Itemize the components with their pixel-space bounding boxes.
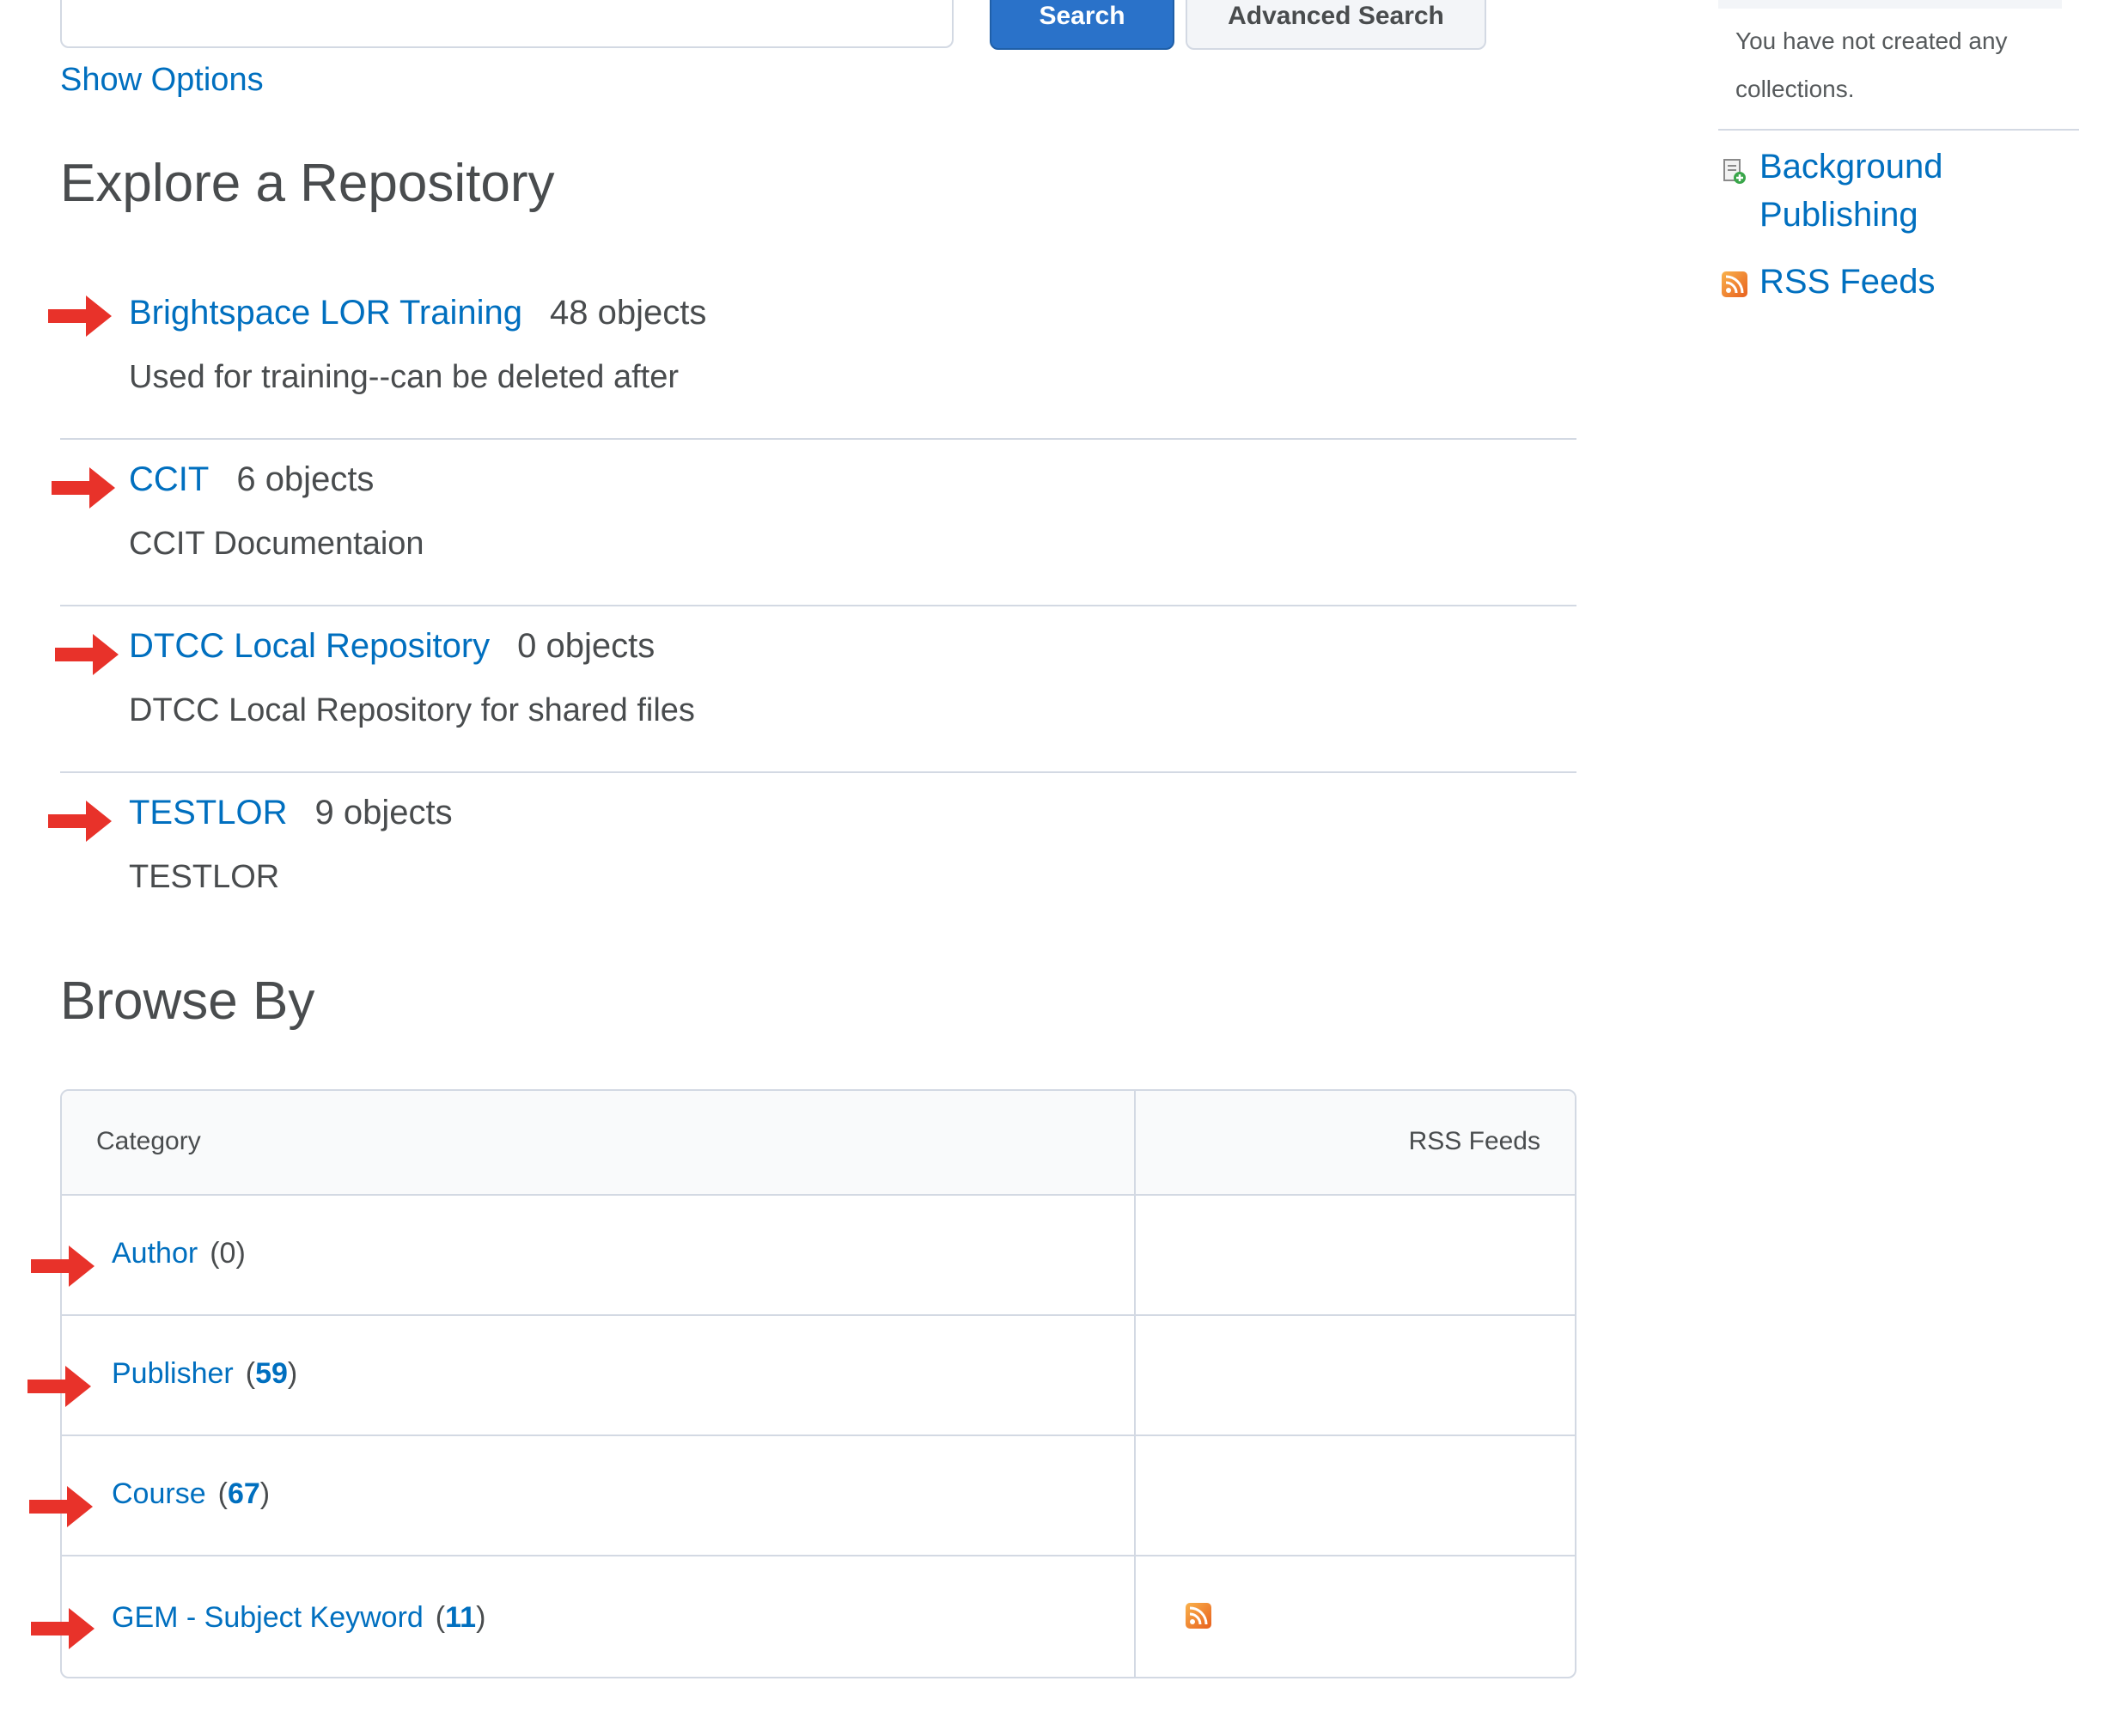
repo-count: 6 objects bbox=[236, 460, 375, 498]
table-row: Publisher (59) bbox=[62, 1316, 1575, 1436]
repo-description: DTCC Local Repository for shared files bbox=[129, 692, 695, 728]
browse-table: Category RSS Feeds Author (0) Publisher (5… bbox=[60, 1089, 1576, 1678]
collections-message: You have not created any collections. bbox=[1735, 27, 2008, 102]
repo-item: DTCC Local Repository 0 objects DTCC Loca… bbox=[55, 606, 1576, 773]
category-count[interactable]: 59 bbox=[255, 1357, 288, 1390]
table-row: GEM - Subject Keyword (11) bbox=[62, 1556, 1575, 1677]
table-row: Course (67) bbox=[62, 1436, 1575, 1556]
rss-icon bbox=[1722, 271, 1747, 297]
category-count[interactable]: 11 bbox=[445, 1601, 476, 1634]
repo-item: CCIT 6 objects CCIT Documentaion bbox=[52, 440, 1576, 606]
column-header-category: Category bbox=[96, 1127, 201, 1155]
rss-icon[interactable] bbox=[1186, 1603, 1211, 1629]
red-arrow-annotation bbox=[52, 467, 115, 509]
count-close: ) bbox=[235, 1237, 246, 1270]
repo-count: 9 objects bbox=[314, 794, 453, 831]
red-arrow-annotation bbox=[29, 1486, 93, 1527]
repo-description: Used for training--can be deleted after bbox=[129, 359, 680, 395]
advanced-search-button[interactable]: Advanced Search bbox=[1186, 0, 1486, 50]
count-close: ) bbox=[287, 1357, 298, 1390]
repo-item: Brightspace LOR Training 48 objects Used … bbox=[48, 273, 1576, 440]
repo-link[interactable]: DTCC Local Repository bbox=[129, 627, 490, 665]
red-arrow-annotation bbox=[31, 1608, 95, 1649]
category-link-course[interactable]: Course bbox=[112, 1477, 206, 1510]
count-open: ( bbox=[217, 1477, 228, 1510]
red-arrow-annotation bbox=[48, 801, 112, 842]
red-arrow-annotation bbox=[55, 634, 119, 675]
red-arrow-annotation bbox=[27, 1366, 91, 1407]
category-link-publisher[interactable]: Publisher bbox=[112, 1357, 234, 1390]
rss-feeds-item: RSS Feeds bbox=[1722, 258, 2014, 306]
repo-count: 0 objects bbox=[517, 627, 656, 665]
count-open: ( bbox=[245, 1357, 256, 1390]
repo-description: CCIT Documentaion bbox=[129, 526, 424, 562]
background-publishing-link[interactable]: Background Publishing bbox=[1759, 143, 2014, 239]
background-publishing-item: Background Publishing bbox=[1722, 143, 2014, 239]
repo-item: TESTLOR 9 objects TESTLOR bbox=[48, 773, 1576, 945]
column-divider bbox=[1134, 1091, 1136, 1677]
repo-link[interactable]: CCIT bbox=[129, 460, 209, 498]
explore-heading: Explore a Repository bbox=[60, 154, 555, 213]
publishing-icon bbox=[1722, 158, 1747, 186]
count-open: ( bbox=[210, 1237, 220, 1270]
repo-count: 48 objects bbox=[550, 294, 707, 332]
category-count: 0 bbox=[219, 1237, 236, 1270]
search-button[interactable]: Search bbox=[990, 0, 1174, 50]
red-arrow-annotation bbox=[48, 295, 112, 337]
collections-panel: You have not created any collections. bbox=[1718, 0, 2079, 131]
category-link-author[interactable]: Author bbox=[112, 1237, 198, 1270]
repo-link[interactable]: TESTLOR bbox=[129, 794, 287, 831]
browse-heading: Browse By bbox=[60, 972, 315, 1031]
category-count[interactable]: 67 bbox=[228, 1477, 260, 1510]
table-row: Author (0) bbox=[62, 1196, 1575, 1316]
red-arrow-annotation bbox=[31, 1246, 95, 1287]
show-options-link[interactable]: Show Options bbox=[60, 62, 264, 99]
column-header-rss: RSS Feeds bbox=[1408, 1127, 1540, 1155]
rss-feeds-link[interactable]: RSS Feeds bbox=[1759, 258, 2014, 306]
count-close: ) bbox=[476, 1601, 486, 1634]
category-link-gem-subject-keyword[interactable]: GEM - Subject Keyword bbox=[112, 1601, 424, 1634]
count-close: ) bbox=[259, 1477, 271, 1510]
table-header: Category RSS Feeds bbox=[62, 1091, 1575, 1196]
count-open: ( bbox=[435, 1601, 446, 1634]
repo-link[interactable]: Brightspace LOR Training bbox=[129, 294, 522, 332]
search-input[interactable] bbox=[60, 0, 954, 48]
repo-description: TESTLOR bbox=[129, 859, 280, 895]
